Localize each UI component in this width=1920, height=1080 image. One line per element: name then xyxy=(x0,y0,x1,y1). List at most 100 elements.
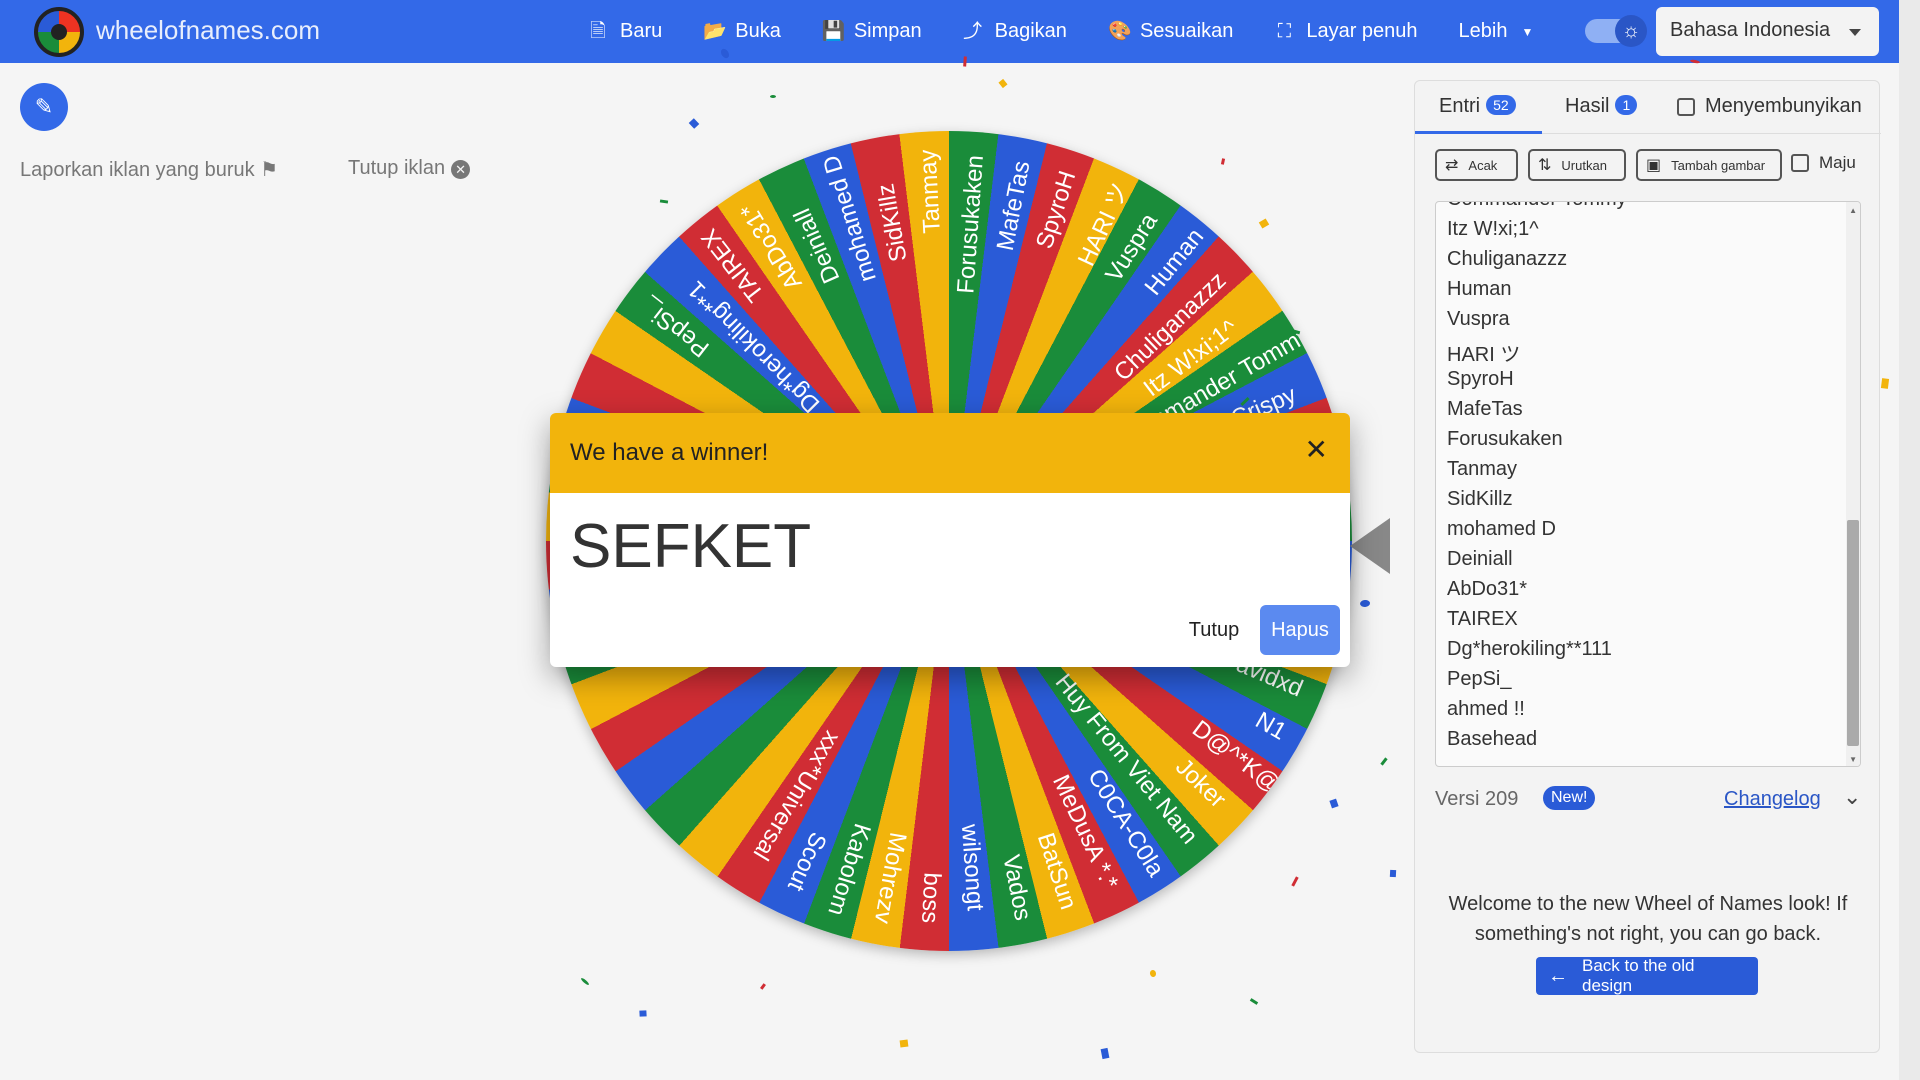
wheel-segment-label: Scout xyxy=(782,828,832,896)
top-bar: wheelofnames.com 🗎 Baru 📂 Buka 💾 Simpan ⤴ Ba… xyxy=(0,0,1899,63)
scroll-up-icon[interactable]: ▲ xyxy=(1849,206,1857,215)
sort-icon: ⇅ xyxy=(1538,157,1552,174)
changelog-link[interactable]: Changelog xyxy=(1724,788,1821,811)
active-tab-indicator xyxy=(1415,131,1542,134)
language-select[interactable]: Bahasa Indonesia xyxy=(1656,7,1879,56)
confetti-piece xyxy=(1249,998,1259,1005)
winner-dialog-title: We have a winner! xyxy=(570,439,769,466)
close-dialog-button[interactable]: Tutup xyxy=(1164,605,1264,655)
sort-button[interactable]: ⇅ Urutkan xyxy=(1528,149,1626,181)
nav-save-button[interactable]: 💾 Simpan xyxy=(822,20,922,43)
chevron-down-icon[interactable]: ⌄ xyxy=(1843,784,1861,810)
remove-winner-button[interactable]: Hapus xyxy=(1260,605,1340,655)
confetti-piece xyxy=(963,56,967,67)
wheel-segment-label: Forusukaken xyxy=(952,154,989,295)
entry-line: Vuspra xyxy=(1447,308,1510,330)
file-icon: 🗎 xyxy=(590,20,606,42)
entry-line: AbDo31* xyxy=(1447,578,1528,600)
scrollbar-thumb[interactable] xyxy=(1847,520,1859,746)
close-ad-link[interactable]: Tutup iklan ✕ xyxy=(348,157,471,180)
entry-line: SidKillz xyxy=(1447,488,1513,510)
confetti-piece xyxy=(688,118,700,129)
nav-open-button[interactable]: 📂 Buka xyxy=(703,20,781,43)
wheel-segment-label: wilsongt xyxy=(955,823,989,912)
site-title[interactable]: wheelofnames.com xyxy=(96,15,320,46)
confetti-piece xyxy=(1389,869,1397,878)
welcome-message: Welcome to the new Wheel of Names look! … xyxy=(1448,893,1848,945)
hide-checkbox[interactable]: Menyembunyikan xyxy=(1677,95,1862,118)
palette-icon: 🎨 xyxy=(1107,20,1132,42)
entry-line: MafeTas xyxy=(1447,398,1523,420)
main-nav: 🗎 Baru 📂 Buka 💾 Simpan ⤴ Bagikan 🎨 Sesuaikan … xyxy=(588,0,1578,63)
confetti-piece xyxy=(1880,378,1890,389)
confetti-piece xyxy=(1100,1047,1110,1060)
entry-line: mohamed D xyxy=(1447,518,1556,540)
tab-entries[interactable]: Entri 52 xyxy=(1439,95,1516,118)
entry-line: Basehead xyxy=(1447,728,1538,750)
nav-new-button[interactable]: 🗎 Baru xyxy=(588,20,662,43)
shuffle-icon: ⇄ xyxy=(1445,157,1459,174)
scroll-down-icon[interactable]: ▼ xyxy=(1849,755,1857,764)
nav-fullscreen-button[interactable]: ⛶ Layar penuh xyxy=(1274,20,1418,43)
edit-pencil-button[interactable]: ✎ xyxy=(20,83,68,131)
winner-dialog: We have a winner! ✕ SEFKET Tutup Hapus xyxy=(550,413,1350,667)
confetti-piece xyxy=(1149,969,1157,978)
shuffle-button[interactable]: ⇄ Acak xyxy=(1435,149,1518,181)
chevron-down-icon xyxy=(1849,29,1861,36)
checkbox-box xyxy=(1677,97,1695,116)
confetti-piece xyxy=(899,1039,909,1048)
sun-icon: ☼ xyxy=(1615,15,1647,47)
confetti-piece xyxy=(639,1010,647,1017)
save-icon: 💾 xyxy=(821,20,846,42)
wheel-segment-label: Vados xyxy=(997,852,1037,923)
dark-mode-toggle[interactable]: ☼ xyxy=(1585,15,1647,47)
winner-name: SEFKET xyxy=(570,512,812,581)
flag-icon: ⚑ xyxy=(260,159,279,181)
back-to-old-design-button[interactable]: ← Back to the old design xyxy=(1536,956,1758,995)
confetti-piece xyxy=(580,977,590,986)
tab-results[interactable]: Hasil 1 xyxy=(1565,95,1638,118)
entry-line: PepSi_ xyxy=(1447,668,1512,690)
entry-line: ahmed !! xyxy=(1447,698,1525,720)
nav-more-button[interactable]: Lebih ▼ xyxy=(1459,20,1538,43)
entry-line: SpyroH xyxy=(1447,368,1514,390)
close-circle-icon: ✕ xyxy=(451,160,471,179)
close-icon[interactable]: ✕ xyxy=(1305,433,1328,466)
entries-textarea[interactable]: ▲ ▼ Commander Tommy Itz W!xi;1^ Chuliganaz… xyxy=(1435,201,1861,767)
wheel-segment-label: MafeTas xyxy=(991,158,1036,253)
entry-line: Itz W!xi;1^ xyxy=(1447,218,1539,240)
report-ad-link[interactable]: Laporkan iklan yang buruk ⚑ xyxy=(20,157,278,182)
panel-tabs: Entri 52 Hasil 1 Menyembunyikan xyxy=(1415,89,1881,134)
logo-icon[interactable] xyxy=(34,7,84,57)
wheel-segment-label: SidKillz xyxy=(872,181,913,264)
wheel-segment-label: boss xyxy=(915,871,946,924)
entries-panel: Entri 52 Hasil 1 Menyembunyikan ⇄ Acak ⇅ Uru… xyxy=(1414,80,1881,1053)
wheel-segment-label: Kabolom xyxy=(822,820,876,919)
entries-count-badge: 52 xyxy=(1486,95,1516,115)
entry-line: TAIREX xyxy=(1447,608,1518,630)
nav-customize-button[interactable]: 🎨 Sesuaikan xyxy=(1108,20,1233,43)
folder-icon: 📂 xyxy=(703,20,727,42)
entry-line: Forusukaken xyxy=(1447,428,1563,450)
entry-line: Human xyxy=(1447,278,1512,300)
checkbox-box xyxy=(1791,154,1809,172)
entry-line: Commander Tommy xyxy=(1447,202,1627,211)
entry-line: Deiniall xyxy=(1447,548,1513,570)
wheel-segment-label: N1 xyxy=(1250,706,1291,746)
page-scrollbar[interactable] xyxy=(1899,0,1920,1080)
caret-down-icon: ▼ xyxy=(1521,24,1534,39)
image-icon: ▣ xyxy=(1646,157,1662,174)
arrow-left-icon: ← xyxy=(1548,964,1568,987)
new-badge: New! xyxy=(1543,786,1596,810)
confetti-piece xyxy=(998,78,1008,89)
nav-share-button[interactable]: ⤴ Bagikan xyxy=(963,20,1067,43)
advanced-checkbox[interactable]: Maju xyxy=(1791,153,1856,173)
add-image-button[interactable]: ▣ Tambah gambar xyxy=(1636,149,1782,181)
results-count-badge: 1 xyxy=(1615,95,1638,115)
share-icon: ⤴ xyxy=(963,20,983,42)
wheel-segment-label: xxx*Universal xyxy=(747,726,846,865)
confetti-piece xyxy=(770,95,776,98)
entry-line: Dg*herokiling**111 xyxy=(1447,638,1612,660)
scrollbar[interactable]: ▲ ▼ xyxy=(1846,202,1860,766)
version-label: Versi 209 xyxy=(1435,788,1519,810)
